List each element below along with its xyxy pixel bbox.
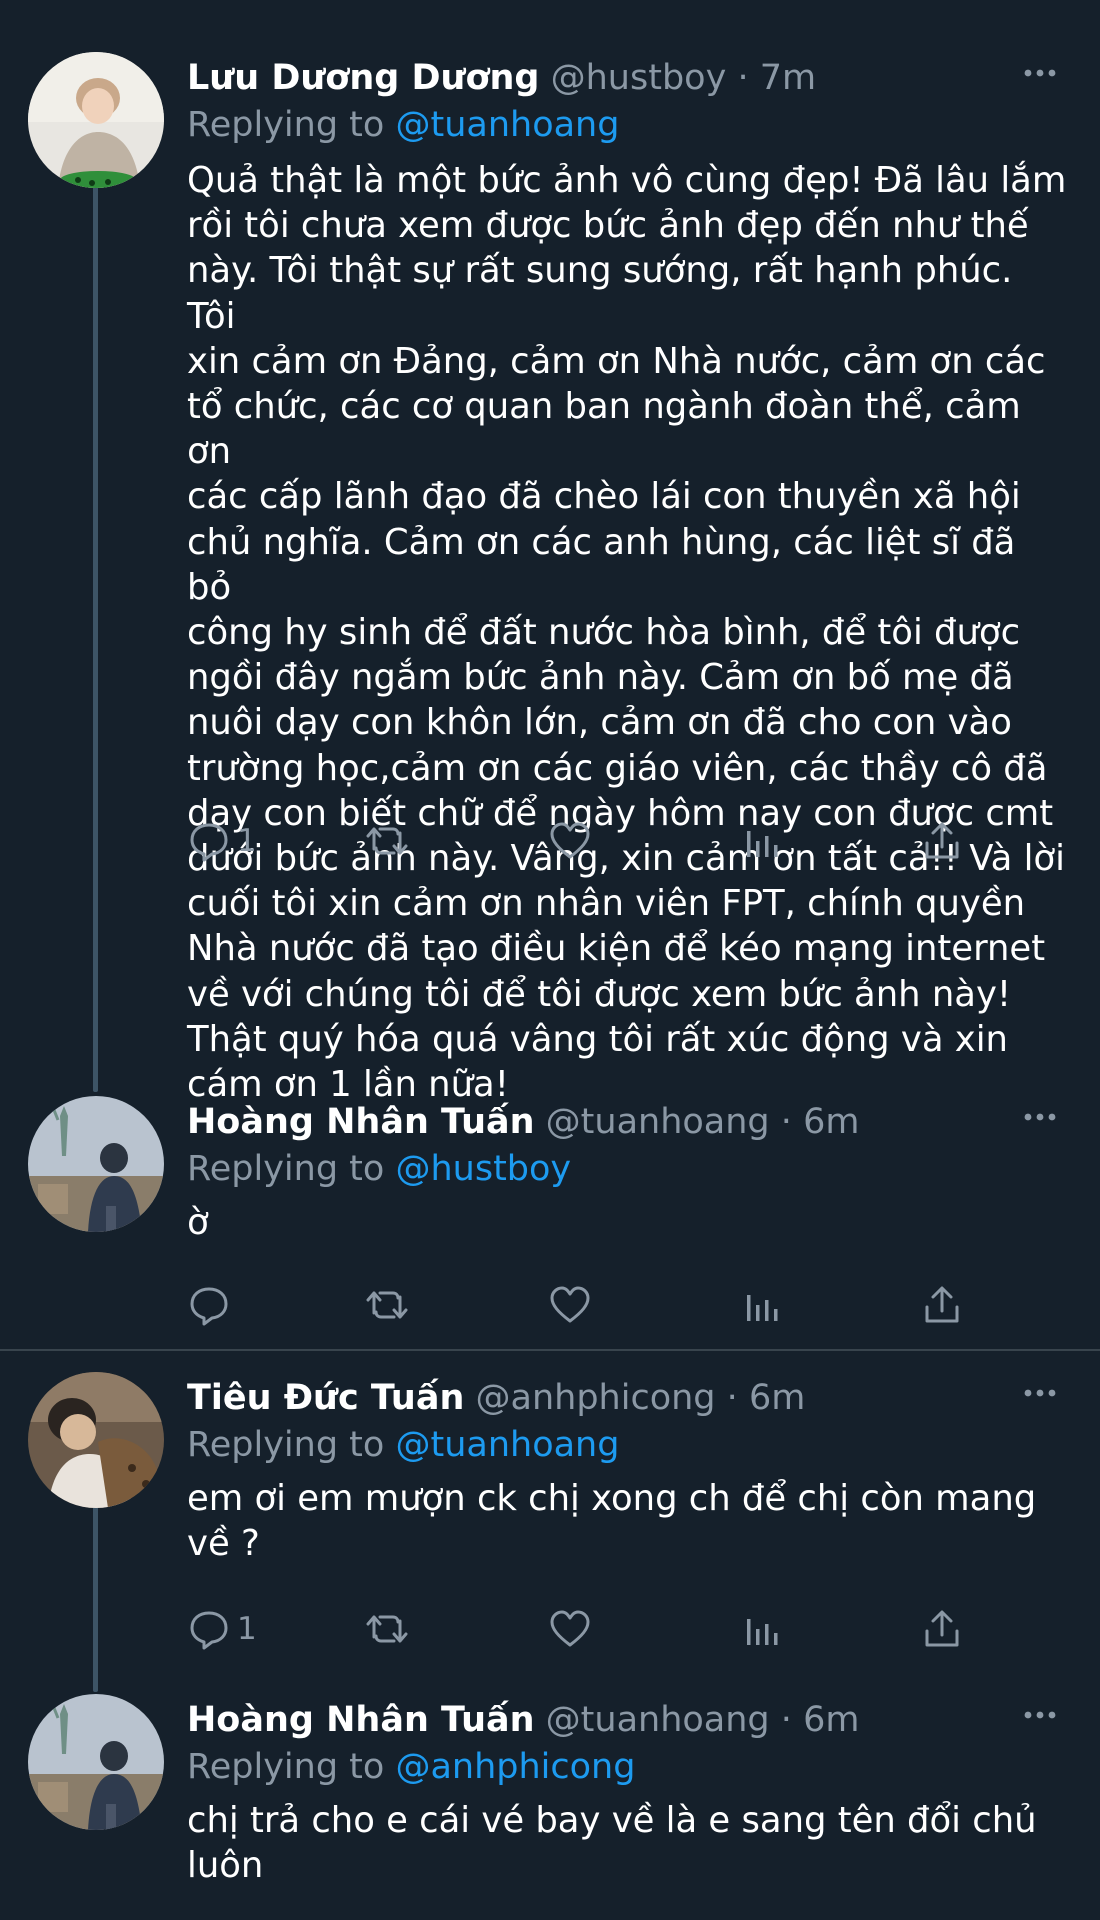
- retweet-button[interactable]: [365, 1280, 409, 1330]
- display-name[interactable]: Lưu Dương Dương: [187, 58, 539, 98]
- tweet-text: ờ: [187, 1202, 209, 1243]
- reply-button[interactable]: [187, 1280, 237, 1330]
- tweet-actions: 1: [187, 816, 987, 866]
- reply-button[interactable]: 1: [187, 816, 257, 866]
- share-icon: [925, 822, 959, 859]
- timestamp[interactable]: 7m: [760, 58, 816, 98]
- avatar-image: [28, 1694, 164, 1830]
- separator: ·: [726, 1378, 738, 1418]
- like-button[interactable]: [548, 1280, 592, 1330]
- avatar[interactable]: [28, 1372, 164, 1508]
- avatar[interactable]: [28, 52, 164, 188]
- replying-to-handle[interactable]: @tuanhoang: [395, 105, 619, 145]
- avatar[interactable]: [28, 1694, 164, 1830]
- reply-button[interactable]: 1: [187, 1604, 257, 1654]
- retweet-button[interactable]: [365, 1604, 409, 1654]
- like-button[interactable]: [548, 816, 592, 866]
- tweet[interactable]: Hoàng Nhân Tuấn @tuanhoang · 6m Replying…: [0, 1096, 1100, 1336]
- tweet-header: Lưu Dương Dương @hustboy · 7m: [187, 54, 816, 102]
- divider: [0, 1349, 1100, 1351]
- tweet-actions: 1: [187, 1604, 987, 1654]
- tweet-actions: [187, 1280, 987, 1330]
- user-handle[interactable]: @hustboy: [551, 58, 727, 98]
- analytics-icon: [747, 1295, 778, 1321]
- replying-to: Replying to @tuanhoang: [187, 101, 619, 149]
- share-button[interactable]: [920, 1280, 964, 1330]
- views-button[interactable]: [739, 816, 783, 866]
- tweet-header: Hoàng Nhân Tuấn @tuanhoang · 6m: [187, 1696, 859, 1744]
- replying-to-handle[interactable]: @hustboy: [395, 1149, 571, 1189]
- avatar-image: [28, 52, 164, 188]
- more-icon[interactable]: [1020, 1700, 1060, 1730]
- replying-to: Replying to @anhphicong: [187, 1743, 635, 1791]
- tweet-text: chị trả cho e cái vé bay về là e sang tê…: [187, 1800, 1037, 1887]
- replying-to-handle[interactable]: @tuanhoang: [395, 1425, 619, 1465]
- share-button[interactable]: [920, 816, 964, 866]
- separator: ·: [780, 1700, 792, 1740]
- heart-icon: [550, 1286, 590, 1323]
- display-name[interactable]: Tiêu Đức Tuấn: [187, 1378, 464, 1418]
- like-button[interactable]: [548, 1604, 592, 1654]
- more-icon[interactable]: [1020, 1378, 1060, 1408]
- tweet-header: Tiêu Đức Tuấn @anhphicong · 6m: [187, 1374, 805, 1422]
- tweet[interactable]: Hoàng Nhân Tuấn @tuanhoang · 6m Replying…: [0, 1694, 1100, 1920]
- more-icon[interactable]: [1020, 1102, 1060, 1132]
- replying-to: Replying to @hustboy: [187, 1145, 571, 1193]
- share-icon: [925, 1610, 959, 1647]
- retweet-icon: [366, 1291, 408, 1319]
- user-handle[interactable]: @tuanhoang: [546, 1700, 770, 1740]
- display-name[interactable]: Hoàng Nhân Tuấn: [187, 1700, 535, 1740]
- timestamp[interactable]: 6m: [749, 1378, 805, 1418]
- views-button[interactable]: [739, 1604, 783, 1654]
- timestamp[interactable]: 6m: [803, 1700, 859, 1740]
- replying-prefix: Replying to: [187, 105, 385, 145]
- replying-prefix: Replying to: [187, 1149, 385, 1189]
- reply-count: 1: [237, 823, 257, 859]
- retweet-button[interactable]: [365, 816, 409, 866]
- more-icon[interactable]: [1020, 58, 1060, 88]
- display-name[interactable]: Hoàng Nhân Tuấn: [187, 1102, 535, 1142]
- tweet-header: Hoàng Nhân Tuấn @tuanhoang · 6m: [187, 1098, 859, 1146]
- user-handle[interactable]: @tuanhoang: [546, 1102, 770, 1142]
- retweet-icon: [366, 1615, 408, 1643]
- avatar[interactable]: [28, 1096, 164, 1232]
- reply-icon: [190, 1287, 228, 1326]
- heart-icon: [550, 822, 590, 859]
- avatar-image: [28, 1372, 164, 1508]
- replying-prefix: Replying to: [187, 1747, 385, 1787]
- reply-icon: [190, 1611, 228, 1650]
- separator: ·: [780, 1102, 792, 1142]
- timestamp[interactable]: 6m: [803, 1102, 859, 1142]
- retweet-icon: [366, 827, 408, 855]
- tweet-text: em ơi em mượn ck chị xong ch để chị còn …: [187, 1478, 1037, 1565]
- replying-to-handle[interactable]: @anhphicong: [395, 1747, 635, 1787]
- share-icon: [925, 1286, 959, 1323]
- user-handle[interactable]: @anhphicong: [476, 1378, 716, 1418]
- tweet[interactable]: Lưu Dương Dương @hustboy · 7m Replying t…: [0, 52, 1100, 1105]
- heart-icon: [550, 1610, 590, 1647]
- replying-prefix: Replying to: [187, 1425, 385, 1465]
- replying-to: Replying to @tuanhoang: [187, 1421, 619, 1469]
- analytics-icon: [747, 831, 778, 857]
- reply-count: 1: [237, 1611, 257, 1647]
- avatar-image: [28, 1096, 164, 1232]
- views-button[interactable]: [739, 1280, 783, 1330]
- share-button[interactable]: [920, 1604, 964, 1654]
- separator: ·: [737, 58, 749, 98]
- reply-icon: [190, 823, 228, 862]
- tweet[interactable]: Tiêu Đức Tuấn @anhphicong · 6m Replying …: [0, 1372, 1100, 1672]
- analytics-icon: [747, 1619, 778, 1645]
- tweet-text: Quả thật là một bức ảnh vô cùng đẹp! Đã …: [187, 160, 1067, 1106]
